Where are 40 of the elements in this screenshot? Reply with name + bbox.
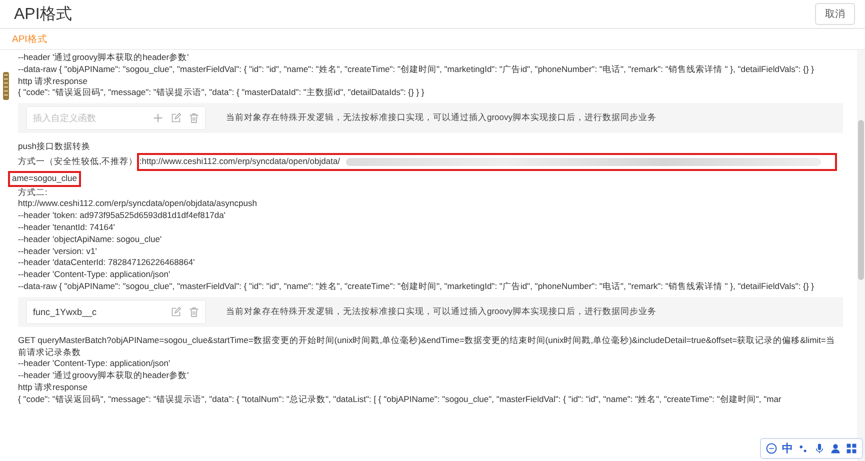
code-line: --data-raw { "objAPIName": "sogou_clue", "masterFieldVal": { "id": "id", "name": "姓名", "createTime": "创建时间", "marketingId": "广告id", "phoneNumber": "电话", "remark": "销售线索详情 " }, "detailFieldVals": {} } — [18, 64, 815, 76]
microphone-icon[interactable] — [814, 443, 825, 454]
code-line: --header 'dataCenterId: 782847126226468864' — [18, 257, 196, 270]
delete-icon[interactable] — [189, 306, 199, 317]
method-label: 方式一（安全性较低,不推荐） — [18, 156, 138, 168]
code-line: --header 'Content-Type: application/json' — [18, 358, 172, 370]
function-input-field[interactable]: func_1Ywxb__c — [26, 300, 206, 324]
edit-icon[interactable] — [171, 306, 181, 317]
code-line: --header '通过groovy脚本获取的header参数' — [18, 52, 190, 64]
input-mode-toggle[interactable]: 中 — [782, 441, 793, 456]
scrollbar-thumb[interactable] — [858, 120, 864, 280]
function-description: 当前对象存在特殊开发逻辑，无法按标准接口实现，可以通过插入groovy脚本实现接口后，进行数据同步业务 — [226, 306, 657, 318]
delete-icon[interactable] — [189, 113, 199, 124]
cancel-button[interactable]: 取消 — [815, 3, 855, 25]
code-line: { "code": "错误返回码", "message": "错误提示语", "data": { "masterDataId": "主数据id", "detailDataIds": {} } } — [18, 87, 426, 100]
logo-icon[interactable] — [766, 443, 777, 454]
code-line: --header 'token: ad973f95a525d6593d81d1df4ef817da' — [18, 210, 226, 222]
code-line: --header 'tenantId: 74164' — [18, 222, 116, 234]
edit-icon[interactable] — [171, 113, 181, 124]
grid-icon[interactable] — [846, 443, 857, 454]
dialog-title: API格式 — [14, 4, 72, 24]
code-line: { "code": "错误返回码", "message": "错误提示语", "data": { "totalNum": "总记录数", "dataList": [ { "objAPIName": "sogou_clue", "masterFieldVal": { "id": "id", "name": "姓名", "createTime": "创建时间", "mar — [18, 394, 782, 406]
code-line: --header 'objectApiName: sogou_clue' — [18, 234, 163, 246]
code-line: http 请求response — [18, 382, 89, 394]
user-icon[interactable] — [830, 443, 841, 454]
code-line: GET queryMasterBatch?objAPIName=sogou_clue&startTime=数据变更的开始时间(unix时间戳,单位毫秒)&endTime=数据变更的结束时间(unix时间戳,单位毫秒)&includeDetail=true&offset=获取记录的偏移&limit=当前请求记录条数 — [18, 334, 836, 358]
code-line: --header '通过groovy脚本获取的header参数' — [18, 370, 190, 382]
code-line: --data-raw { "objAPIName": "sogou_clue", "masterFieldVal": { "id": "id", "name": "姓名", "createTime": "创建时间", "marketingId": "广告id", "phoneNumber": "电话", "remark": "销售线索详情 " }, "detailFieldVals": {} } — [18, 280, 815, 293]
section-heading: push接口数据转换 — [18, 141, 90, 153]
code-line: --header 'version: v1' — [18, 246, 98, 258]
code-line: http://www.ceshi112.com/erp/syncdata/open/objdata/asyncpush — [18, 198, 258, 210]
function-description: 当前对象存在特殊开发逻辑，无法按标准接口实现，可以通过插入groovy脚本实现接口后，进行数据同步业务 — [226, 112, 657, 124]
method-label: 方式二: — [18, 186, 48, 198]
code-line: --header 'Content-Type: application/json' — [18, 269, 172, 281]
punctuation-icon[interactable] — [798, 443, 809, 454]
add-icon[interactable] — [153, 113, 163, 124]
url-tail: ame=sogou_clue — [8, 170, 81, 187]
url-text: :http://www.ceshi112.com/erp/syncdata/open/objdata/ — [139, 156, 340, 168]
code-line: http 请求response — [18, 76, 89, 88]
drag-handle-icon[interactable] — [3, 72, 9, 100]
